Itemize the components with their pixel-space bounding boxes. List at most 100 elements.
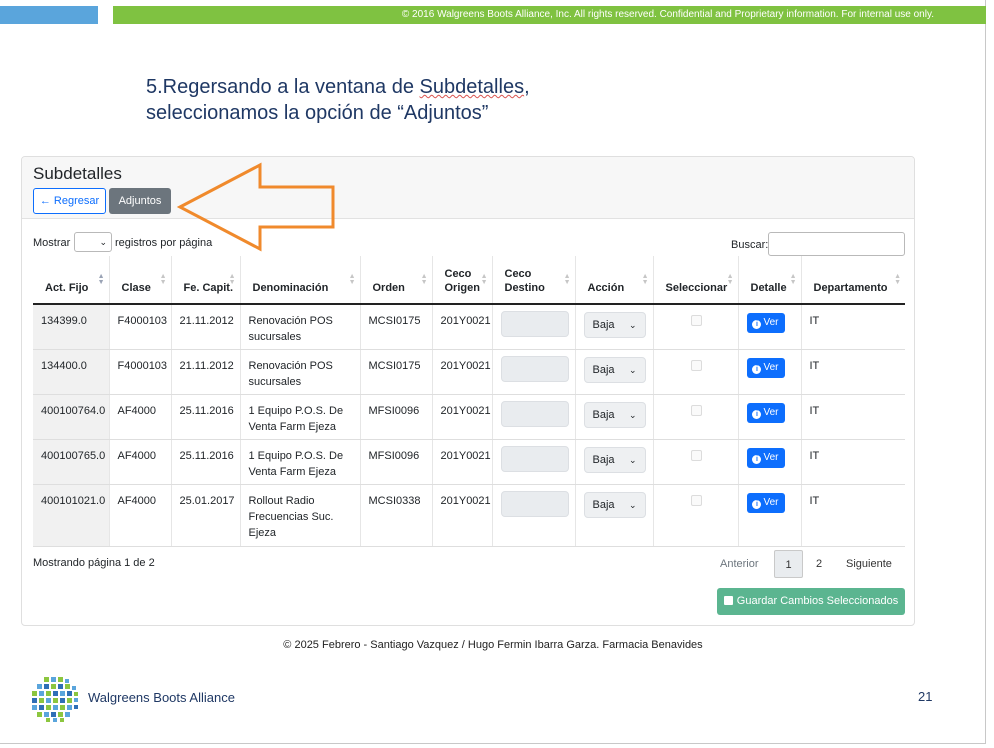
attachments-button[interactable]: Adjuntos (109, 188, 171, 214)
banner-blue-bar (0, 6, 98, 24)
sort-icon: ▲ ▼ (480, 273, 488, 286)
view-button[interactable]: i Ver (746, 357, 785, 378)
col-orden[interactable]: Orden ▲ ▼ (360, 256, 433, 305)
sort-icon: ▲ ▼ (348, 273, 356, 286)
accion-value: Baja (592, 498, 615, 511)
sort-icon: ▲ ▼ (228, 273, 236, 286)
cell-departamento: IT (801, 304, 905, 350)
subdetalles-card: Subdetalles ← Regresar Adjuntos Mostrar … (21, 156, 915, 626)
col-denominacion[interactable]: Denominación ▲ ▼ (240, 256, 361, 305)
select-checkbox[interactable] (691, 315, 702, 326)
cell-orden: MFSI0096 (360, 439, 433, 485)
search-input[interactable] (768, 232, 905, 256)
cell-denominacion: Rollout Radio Frecuencias Suc. Ejeza (240, 484, 361, 547)
card-header: Subdetalles ← Regresar Adjuntos (22, 157, 914, 219)
table-row: 400100764.0 AF4000 25.11.2016 1 Equipo P… (33, 394, 905, 440)
col-label: Ceco Origen (444, 268, 480, 294)
ceco-destino-input[interactable] (500, 445, 569, 472)
table-header-row: Act. Fijo ▲ ▼ Clase ▲ ▼ Fe. Capit. ▲ ▼ Denomin… (33, 256, 905, 305)
chevron-down-icon: ⌄ (628, 499, 637, 510)
cell-accion: Baja ⌄ (575, 394, 654, 440)
cell-ceco-origen: 201Y0021 (432, 439, 493, 485)
cell-clase: F4000103 (109, 349, 172, 395)
info-icon: i (752, 454, 762, 464)
col-departamento[interactable]: Departamento ▲ ▼ (801, 256, 905, 305)
ceco-destino-input[interactable] (500, 400, 569, 427)
col-label: Acción (587, 282, 625, 294)
select-checkbox[interactable] (691, 359, 702, 371)
cell-fecha: 21.11.2012 (171, 304, 241, 350)
col-act-fijo[interactable]: Act. Fijo ▲ ▼ (33, 256, 110, 305)
ceco-destino-input[interactable] (500, 311, 569, 337)
ceco-destino-input[interactable] (500, 355, 569, 382)
accion-value: Baja (592, 453, 615, 466)
accion-select[interactable]: Baja ⌄ (583, 401, 646, 428)
select-checkbox[interactable] (691, 404, 702, 416)
cell-act-fijo: 400100765.0 (33, 439, 110, 485)
cell-fecha: 25.01.2017 (171, 484, 241, 547)
cell-ceco-origen: 201Y0021 (432, 349, 493, 395)
logo-text: Walgreens Boots Alliance (88, 690, 235, 705)
chevron-down-icon: ⌄ (628, 409, 637, 420)
save-changes-button[interactable]: Guardar Cambios Seleccionados (717, 588, 905, 615)
col-fe-capit[interactable]: Fe. Capit. ▲ ▼ (171, 256, 241, 305)
accion-value: Baja (592, 408, 615, 421)
pager-prev[interactable]: Anterior (720, 550, 759, 578)
col-label: Departamento (813, 282, 888, 294)
view-button[interactable]: i Ver (746, 313, 785, 333)
accion-select[interactable]: Baja ⌄ (583, 356, 646, 383)
cell-clase: AF4000 (109, 439, 172, 485)
pager-page-1[interactable]: 1 (774, 550, 803, 578)
col-accion[interactable]: Acción ▲ ▼ (575, 256, 654, 305)
chevron-down-icon: ⌄ (628, 364, 637, 375)
col-label: Detalle (750, 282, 787, 294)
cell-act-fijo: 134399.0 (33, 304, 110, 350)
cell-detalle: i Ver (738, 484, 802, 547)
info-icon: i (752, 320, 762, 329)
accion-value: Baja (592, 319, 615, 331)
pager-page-2[interactable]: 2 (808, 550, 830, 578)
view-button[interactable]: i Ver (746, 402, 785, 423)
accion-select[interactable]: Baja ⌄ (583, 312, 646, 338)
view-button[interactable]: i Ver (746, 492, 785, 513)
chevron-down-icon: ⌄ (99, 237, 107, 247)
back-button-label: Regresar (53, 195, 100, 207)
view-button-label: Ver (763, 496, 779, 508)
cell-detalle: i Ver (738, 349, 802, 395)
view-button[interactable]: i Ver (746, 447, 785, 468)
page-length-select[interactable]: ⌄ (74, 232, 112, 252)
sort-icon: ▲ ▼ (97, 273, 105, 286)
col-label: Fe. Capit. (183, 282, 234, 294)
cell-fecha: 21.11.2012 (171, 349, 241, 395)
cell-departamento: IT (801, 439, 905, 485)
col-label: Act. Fijo (45, 282, 89, 294)
col-ceco-origen[interactable]: Ceco Origen ▲ ▼ (432, 256, 493, 305)
instruction-line1-word: Subdetalles (419, 76, 525, 98)
cell-departamento: IT (801, 394, 905, 440)
accion-select[interactable]: Baja ⌄ (583, 491, 646, 518)
pager-next[interactable]: Siguiente (846, 550, 892, 578)
col-label: Seleccionar (665, 282, 728, 294)
cell-detalle: i Ver (738, 304, 802, 350)
card-title: Subdetalles (33, 164, 122, 183)
ceco-destino-input[interactable] (500, 490, 569, 517)
select-checkbox[interactable] (691, 494, 702, 506)
col-label: Clase (121, 282, 151, 294)
table-row: 134399.0 F4000103 21.11.2012 Renovación … (33, 304, 905, 350)
col-label: Ceco Destino (504, 268, 545, 294)
cell-ceco-origen: 201Y0021 (432, 304, 493, 350)
cell-accion: Baja ⌄ (575, 304, 654, 350)
accion-select[interactable]: Baja ⌄ (583, 446, 646, 473)
cell-denominacion: 1 Equipo P.O.S. De Venta Farm Ejeza (240, 439, 361, 485)
sort-icon: ▲ ▼ (420, 273, 428, 286)
col-clase[interactable]: Clase ▲ ▼ (109, 256, 172, 305)
col-ceco-destino[interactable]: Ceco Destino ▲ ▼ (492, 256, 576, 305)
table-row: 134400.0 F4000103 21.11.2012 Renovación … (33, 349, 905, 395)
back-button[interactable]: ← Regresar (33, 188, 106, 214)
cell-seleccionar (653, 439, 739, 485)
select-checkbox[interactable] (691, 449, 702, 461)
col-seleccionar[interactable]: Seleccionar ▲ ▼ (653, 256, 739, 305)
cell-ceco-destino (492, 349, 576, 395)
col-detalle[interactable]: Detalle ▲ ▼ (738, 256, 802, 305)
table-info: Mostrando página 1 de 2 (33, 557, 155, 569)
